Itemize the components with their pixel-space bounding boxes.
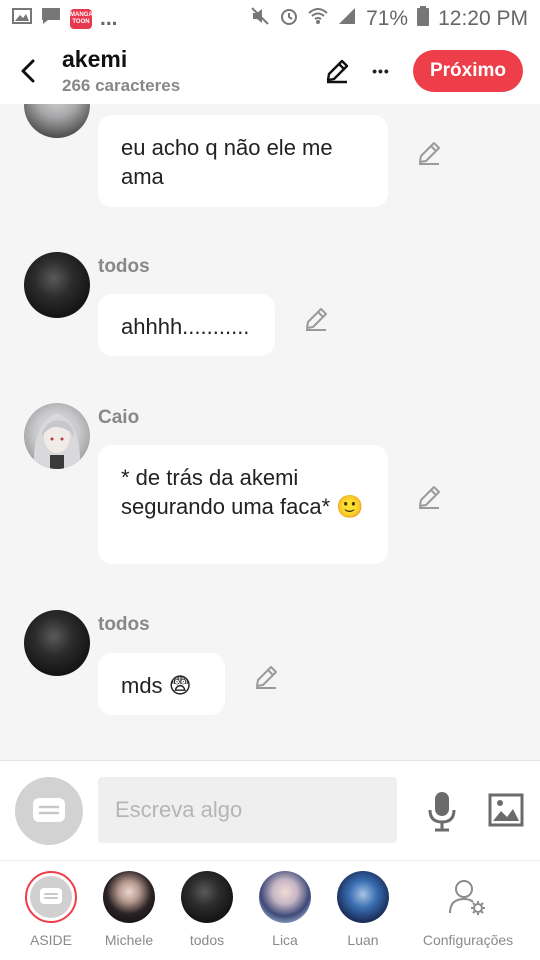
wifi-icon (308, 7, 328, 31)
message-text: ahhhh........... (121, 314, 250, 339)
sender-name: todos (98, 256, 150, 277)
message-bubble[interactable]: eu acho q não ele me ama (98, 115, 388, 207)
status-bar-system: 71% 12:20 PM (250, 6, 528, 32)
signal-icon (337, 7, 357, 31)
mute-icon (250, 6, 270, 32)
tab-luan[interactable]: Luan (318, 871, 408, 948)
michele-avatar (103, 871, 155, 923)
message-composer (0, 760, 540, 860)
message-bubble[interactable]: ahhhh........... (98, 294, 275, 356)
message-input[interactable] (98, 777, 397, 843)
status-bar: MANGA TOON ... 71% 12:20 PM (0, 0, 540, 38)
more-options-button[interactable]: ••• (361, 51, 401, 91)
chat-header: akemi 266 caracteres ••• Próximo (0, 38, 540, 104)
edit-message-pencil-icon[interactable] (416, 484, 442, 510)
status-bar-notifications: MANGA TOON ... (12, 6, 118, 32)
character-avatar[interactable] (24, 252, 90, 318)
sender-name: Caio (98, 407, 140, 428)
luan-avatar (337, 871, 389, 923)
aside-avatar (25, 871, 77, 923)
tab-label: Luan (347, 932, 379, 948)
tab-label: todos (189, 932, 225, 948)
message-text: eu acho q não ele me ama (121, 135, 333, 189)
clock: 12:20 PM (438, 7, 528, 30)
message-mode-button[interactable] (15, 777, 83, 845)
tab-michele[interactable]: Michele (84, 871, 174, 948)
tab-label: Configurações (422, 932, 514, 948)
chat-bubble-icon (40, 888, 62, 904)
message-text: mds 😨 (121, 673, 192, 698)
tab-todos[interactable]: todos (162, 871, 252, 948)
mangatoon-app-icon: MANGA TOON (70, 9, 93, 29)
todos-avatar (181, 871, 233, 923)
aside-avatar-inner (30, 876, 72, 918)
chevron-left-icon (21, 59, 35, 83)
story-title: akemi (62, 46, 128, 72)
character-avatar[interactable] (24, 610, 90, 676)
edit-message-pencil-icon[interactable] (253, 664, 279, 690)
more-dots-icon: ••• (372, 63, 390, 79)
tab-lica[interactable]: Lica (240, 871, 330, 948)
character-avatar[interactable] (24, 104, 90, 138)
lica-avatar (259, 871, 311, 923)
tab-aside[interactable]: ASIDE (6, 871, 96, 948)
chat-message-list[interactable]: eu acho q não ele me ama todos ahhhh....… (0, 104, 540, 760)
edit-message-pencil-icon[interactable] (303, 306, 329, 332)
gallery-notification-icon (12, 7, 32, 31)
character-avatar[interactable] (24, 403, 90, 469)
user-gear-icon (449, 880, 485, 915)
microphone-icon (428, 792, 456, 832)
battery-percent: 71% (366, 7, 409, 30)
alarm-icon (279, 6, 299, 32)
tab-label: Lica (272, 932, 298, 948)
message-bubble[interactable]: * de trás da akemi segurando uma faca* 🙂 (98, 445, 388, 564)
tab-settings[interactable]: Configurações (420, 871, 516, 948)
message-text: * de trás da akemi segurando uma faca* 🙂 (121, 465, 364, 519)
tab-label: ASIDE (29, 932, 72, 948)
image-icon[interactable] (488, 793, 524, 827)
voice-input-button[interactable] (424, 789, 460, 833)
edit-button[interactable] (317, 51, 357, 91)
battery-icon (417, 6, 430, 32)
edit-message-pencil-icon[interactable] (416, 140, 442, 166)
sender-name: todos (98, 614, 150, 635)
silver-hair-character-portrait (33, 413, 81, 469)
message-bubble[interactable]: mds 😨 (98, 653, 225, 715)
character-tab-bar: ASIDE Michele todos Lica Luan Configuraç… (0, 860, 540, 960)
title-block: akemi 266 caracteres (62, 46, 180, 96)
more-notifications-indicator: ... (100, 7, 118, 30)
header-actions: ••• Próximo (317, 50, 540, 92)
pencil-icon (326, 59, 349, 84)
character-count: 266 caracteres (62, 76, 181, 95)
tab-label: Michele (104, 932, 154, 948)
next-button[interactable]: Próximo (412, 50, 523, 92)
message-notification-icon (40, 6, 62, 32)
chat-bubble-icon (33, 798, 65, 822)
back-button[interactable] (4, 41, 52, 101)
settings-icon-wrap (442, 871, 494, 923)
